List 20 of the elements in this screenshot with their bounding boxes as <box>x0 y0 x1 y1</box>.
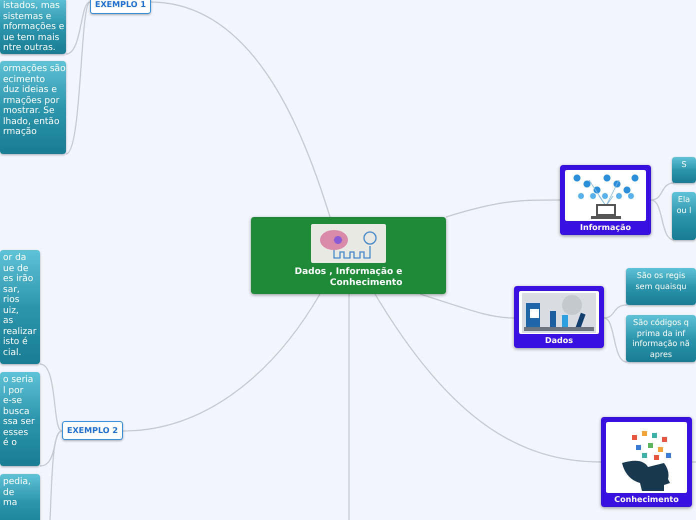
note-text: São os regis sem quaisqu <box>634 271 688 292</box>
note-text: istados, mas sistemas e nformações e ue tem mais ntre outras. <box>3 1 63 54</box>
central-topic[interactable]: Dados , Informação e Conhecimento <box>251 217 446 294</box>
topic-label: Conhecimento <box>614 494 679 506</box>
connector-line <box>692 461 696 463</box>
note-text: Ela ou l <box>676 195 692 216</box>
note-text: ormações são ecimento duz ideias e rmações por mostrar. Se lhado, então rmação <box>3 64 63 138</box>
note-text: S <box>680 160 688 170</box>
central-title: Dados , Informação e Conhecimento <box>294 267 402 289</box>
note-text: São códigos q prima da inf informação nã apres <box>631 318 691 360</box>
note-text: o seria l por e-se busca ssa ser esses é o <box>3 375 36 448</box>
topic-node[interactable]: Dados <box>514 286 604 348</box>
example-topic[interactable]: EXEMPLO 2 <box>62 421 123 440</box>
note-text: pedia, de ma <box>3 477 32 508</box>
topic-node[interactable]: Informação <box>560 165 651 235</box>
example-topic[interactable]: EXEMPLO 1 <box>90 0 151 14</box>
note-text: or da ue de es irão sar, rios uiz, as realizar isto é cial. <box>3 253 37 358</box>
topic-node[interactable]: Conhecimento <box>601 417 692 507</box>
topic-label: Dados <box>544 335 574 347</box>
topic-label: Informação <box>580 222 631 234</box>
